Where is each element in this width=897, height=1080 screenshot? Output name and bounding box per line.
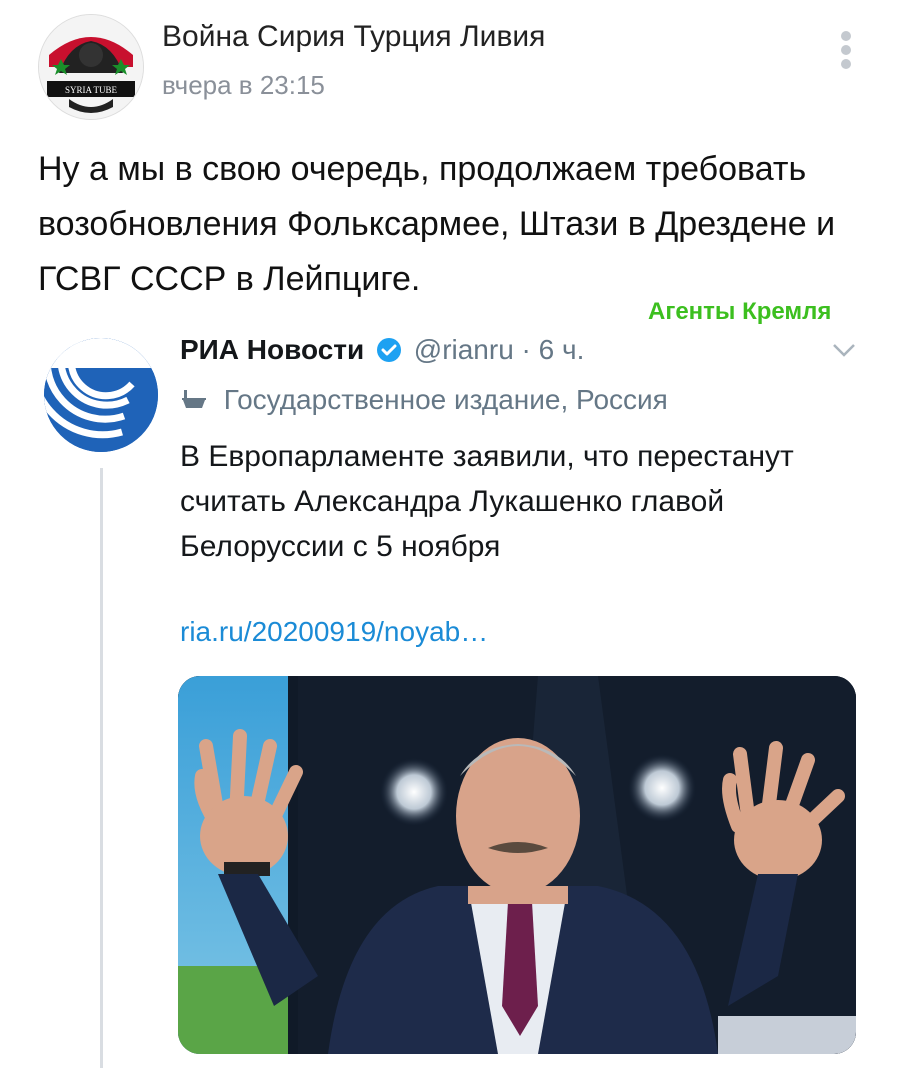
ria-logo [44, 338, 158, 452]
more-vertical-icon[interactable] [828, 26, 864, 74]
post-text: Ну а мы в свою очередь, продолжаем требо… [38, 150, 836, 298]
avatar-badge-text: SYRIA TUBE [65, 85, 118, 95]
state-media-label-text: Государственное издание, Россия [223, 384, 668, 415]
tweet-author-name[interactable]: РИА Новости [180, 334, 364, 365]
government-label-icon [180, 386, 208, 412]
verified-badge-icon [376, 337, 402, 363]
ria-avatar[interactable] [44, 338, 158, 452]
tweet-photo[interactable] [178, 676, 856, 1054]
state-media-label[interactable]: Государственное издание, Россия [180, 384, 668, 416]
tweet-link[interactable]: ria.ru/20200919/noyab… [180, 616, 488, 648]
tweet-text: В Европарламенте заявили, что перестанут… [180, 440, 794, 563]
chevron-down-icon[interactable] [830, 340, 858, 360]
post-header: SYRIA TUBE Война Сирия Турция Ливия вчер… [0, 0, 897, 120]
tweet-header: РИА Новости @rianru · 6 ч. [180, 334, 584, 366]
tweet-handle[interactable]: @rianru · 6 ч. [414, 334, 585, 365]
post-time[interactable]: вчера в 23:15 [162, 70, 325, 101]
syria-tube-logo: SYRIA TUBE [39, 15, 143, 119]
thread-line [100, 468, 103, 1068]
author-name[interactable]: Война Сирия Турция Ливия [162, 20, 545, 54]
watermark-label: Агенты Кремля [648, 298, 832, 325]
author-avatar[interactable]: SYRIA TUBE [38, 14, 144, 120]
